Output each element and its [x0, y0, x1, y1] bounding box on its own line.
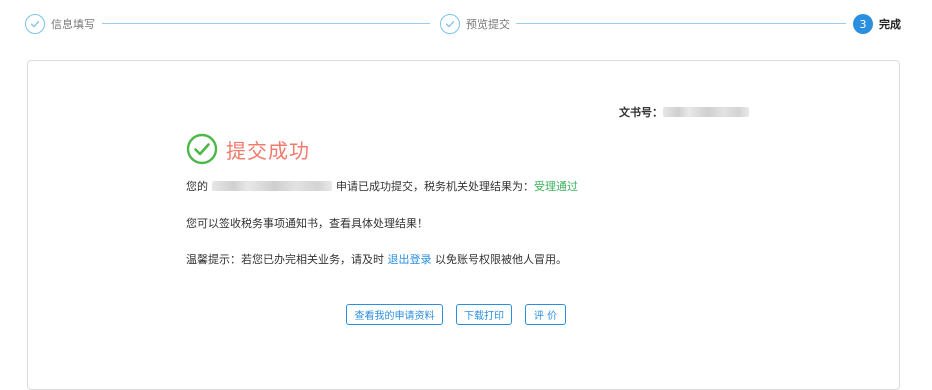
result-panel: 文书号： 提交成功 您的 申请已成功提交，税务机关处理结果为： 受理通过 您可以… — [27, 60, 900, 390]
logout-link[interactable]: 退出登录 — [388, 253, 432, 266]
status-middle: 申请已成功提交，税务机关处理结果为： — [336, 180, 534, 193]
step-complete-check-icon — [25, 14, 45, 34]
step-label: 预览提交 — [466, 18, 510, 31]
submission-status-text: 您的 申请已成功提交，税务机关处理结果为： 受理通过 — [186, 178, 578, 194]
redacted-application-name — [212, 181, 332, 191]
tip-prefix: 温馨提示：若您已办完相关业务，请及时 — [186, 253, 384, 266]
step-complete: 3 完成 — [853, 13, 901, 35]
view-application-button[interactable]: 查看我的申请资料 — [346, 304, 443, 325]
warm-tip-text: 温馨提示：若您已办完相关业务，请及时 退出登录 以免账号权限被他人冒用。 — [186, 251, 567, 267]
progress-stepper: 信息填写 预览提交 3 完成 — [0, 0, 932, 46]
tip-suffix: 以免账号权限被他人冒用。 — [435, 253, 567, 266]
status-prefix: 您的 — [186, 180, 208, 193]
step-label: 信息填写 — [51, 18, 95, 31]
success-check-icon — [186, 133, 218, 165]
step-preview-submit: 预览提交 — [440, 13, 510, 35]
document-number: 文书号： — [619, 104, 749, 120]
evaluate-button[interactable]: 评 价 — [525, 304, 566, 325]
step-connector — [516, 23, 846, 24]
success-header: 提交成功 — [186, 133, 310, 165]
processing-result: 受理通过 — [534, 180, 578, 193]
document-number-label: 文书号： — [619, 106, 663, 119]
redacted-document-number — [663, 107, 749, 117]
step-info-fill: 信息填写 — [25, 13, 95, 35]
step-connector — [102, 23, 430, 24]
download-print-button[interactable]: 下载打印 — [456, 304, 512, 325]
step-complete-check-icon — [440, 14, 460, 34]
step-number-badge: 3 — [853, 14, 873, 34]
step-label: 完成 — [879, 18, 901, 31]
notice-text: 您可以签收税务事项通知书，查看具体处理结果！ — [186, 217, 428, 230]
success-title: 提交成功 — [226, 138, 310, 163]
